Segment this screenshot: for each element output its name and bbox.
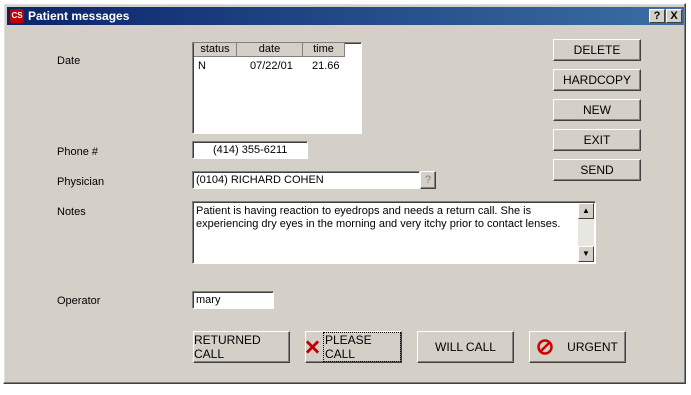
please-call-button[interactable]: PLEASE CALL [305, 331, 402, 363]
scroll-down-icon[interactable]: ▼ [578, 246, 594, 262]
will-call-button[interactable]: WILL CALL [417, 331, 514, 363]
delete-button[interactable]: DELETE [553, 39, 641, 61]
close-button[interactable]: X [666, 9, 682, 23]
new-button[interactable]: NEW [553, 99, 641, 121]
returned-call-button[interactable]: RETURNED CALL [193, 331, 290, 363]
notes-scrollbar[interactable]: ▲ ▼ [578, 203, 594, 262]
patient-messages-window: CS Patient messages ? X Date Phone # Phy… [3, 3, 686, 384]
phone-label: Phone # [57, 146, 98, 158]
row-date: 07/22/01 [250, 60, 293, 72]
app-icon: CS [10, 9, 24, 23]
column-header-time[interactable]: time [303, 43, 345, 57]
urgent-label: URGENT [567, 340, 618, 354]
exit-button[interactable]: EXIT [553, 129, 641, 151]
hardcopy-button[interactable]: HARDCOPY [553, 69, 641, 91]
row-status: N [198, 60, 206, 72]
physician-field[interactable]: (0104) RICHARD COHEN [192, 171, 420, 189]
notes-text: Patient is having reaction to eyedrops a… [196, 205, 561, 230]
column-header-status[interactable]: status [194, 43, 237, 57]
title-bar: CS Patient messages ? X [7, 7, 684, 25]
x-mark-icon [306, 340, 319, 354]
scroll-up-icon[interactable]: ▲ [578, 203, 594, 219]
row-time: 21.66 [312, 60, 340, 72]
date-label: Date [57, 55, 81, 67]
please-call-label: PLEASE CALL [322, 332, 401, 362]
notes-label: Notes [57, 206, 86, 218]
operator-label: Operator [57, 295, 101, 307]
window-title: Patient messages [28, 9, 130, 23]
urgent-button[interactable]: URGENT [529, 331, 626, 363]
send-button[interactable]: SEND [553, 159, 641, 181]
phone-field[interactable]: (414) 355-6211 [192, 141, 308, 159]
column-header-date[interactable]: date [237, 43, 303, 57]
physician-label: Physician [57, 176, 105, 188]
no-entry-icon [537, 339, 553, 355]
messages-list[interactable]: status date time N 07/22/01 21.66 [192, 42, 362, 134]
help-button[interactable]: ? [649, 9, 665, 23]
physician-lookup-button[interactable]: ? [420, 171, 436, 189]
operator-field[interactable]: mary [192, 291, 274, 309]
notes-textarea[interactable]: Patient is having reaction to eyedrops a… [192, 201, 596, 264]
